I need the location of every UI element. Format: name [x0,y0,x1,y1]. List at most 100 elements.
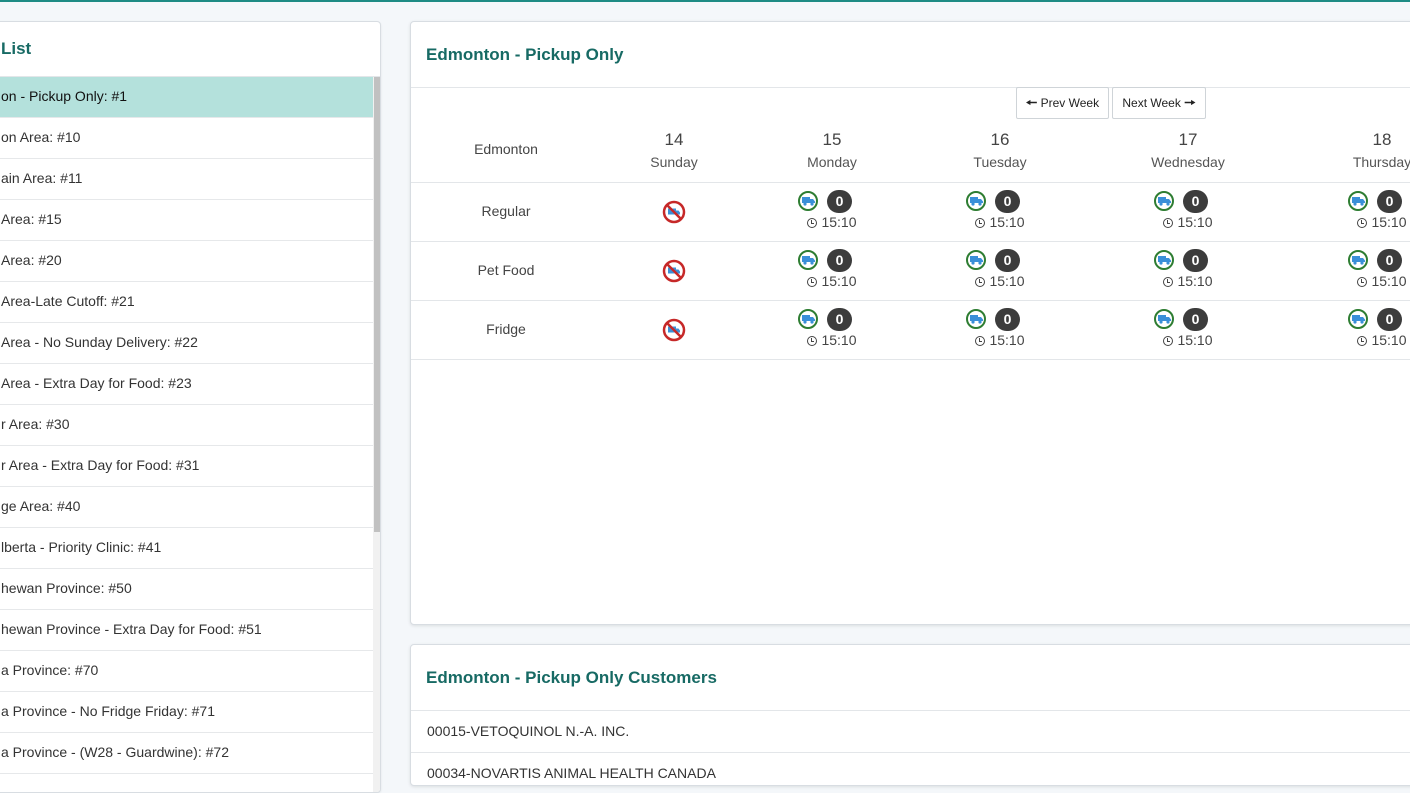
truck-icon[interactable] [798,309,818,329]
customer-name: 00034-NOVARTIS ANIMAL HEALTH CANADA [427,765,716,781]
truck-icon[interactable] [1348,309,1368,329]
route-list-item[interactable]: on - Pickup Only: #1 [0,77,373,118]
clock-icon [807,336,818,346]
cutoff-time-value: 15:10 [1177,332,1213,348]
clock-icon [807,218,818,228]
truck-icon[interactable] [1154,309,1174,329]
cutoff-time-value: 15:10 [821,332,857,348]
order-count-badge: 0 [995,190,1020,213]
no-delivery-icon [662,200,686,224]
delivery-slot[interactable]: 0 15:10 [1128,187,1248,230]
route-list-item-label: Area - Extra Day for Food: #23 [1,375,192,391]
route-list-item[interactable]: ain Area: #11 [0,159,373,200]
route-list-item[interactable]: Area - No Sunday Delivery: #22 [0,323,373,364]
route-list-item[interactable]: Area: #15 [0,200,373,241]
day-name: Tuesday [973,154,1027,170]
route-list-item[interactable]: Area - Extra Day for Food: #23 [0,364,373,405]
route-list-item[interactable]: r Area - Extra Day for Food: #31 [0,446,373,487]
day-number: 15 [822,130,842,149]
next-week-label: Next Week [1122,96,1181,110]
route-list-item-label: r Area: #30 [1,416,70,432]
route-list-item-label: Area: #20 [1,252,62,268]
route-list-item[interactable]: Area-Late Cutoff: #21 [0,282,373,323]
order-count-badge: 0 [827,190,852,213]
truck-icon[interactable] [1348,250,1368,270]
truck-icon[interactable] [966,250,986,270]
truck-icon[interactable] [1154,250,1174,270]
route-list-item[interactable]: on Area: #10 [0,118,373,159]
clock-icon [975,218,986,228]
prev-week-button[interactable]: 🠔 Prev Week [1016,87,1109,119]
route-list-item-label: lberta - Priority Clinic: #41 [1,539,162,555]
clock-icon [1163,277,1174,287]
day-header: 15 Monday [762,122,902,170]
route-list-item[interactable]: a Province - No Fridge Friday: #71 [0,692,373,733]
route-list-item-label: on - Pickup Only: #1 [1,88,128,104]
route-list-item[interactable]: a Province: #70 [0,651,373,692]
order-count-badge: 0 [1183,308,1208,331]
delivery-slot[interactable]: 0 15:10 [1128,305,1248,348]
route-list-item[interactable]: hewan Province - Extra Day for Food: #51 [0,610,373,651]
schedule-row: Regular 0 15:10 0 15:10 0 15:10 0 15:10 [411,183,1410,242]
customers-header: Edmonton - Pickup Only Customers [411,645,1410,711]
route-list-scrollbar[interactable] [373,77,380,792]
day-header: 16 Tuesday [930,122,1070,170]
delivery-slot[interactable]: 0 15:10 [940,187,1060,230]
delivery-slot[interactable]: 0 15:10 [1128,246,1248,289]
schedule-row-label: Fridge [486,321,526,337]
route-list-item[interactable]: a Province - (W28 - Guardwine): #72 [0,733,373,774]
route-list-item-label: Area-Late Cutoff: #21 [1,293,135,309]
customer-row[interactable]: 00015-VETOQUINOL N.-A. INC. [411,711,1410,753]
route-list-item-label: a Province - No Fridge Friday: #71 [1,703,215,719]
truck-icon[interactable] [966,309,986,329]
cutoff-time-value: 15:10 [1371,273,1407,289]
cutoff-time: 15:10 [940,332,1060,348]
delivery-slot[interactable]: 0 15:10 [772,187,892,230]
cutoff-time-value: 15:10 [1177,214,1213,230]
cutoff-time-value: 15:10 [989,273,1025,289]
route-list-item-label: ge Area: #40 [1,498,81,514]
scrollbar-thumb[interactable] [374,77,380,532]
customers-panel: Edmonton - Pickup Only Customers 00015-V… [410,644,1410,786]
order-count-badge: 0 [995,308,1020,331]
delivery-slot[interactable]: 0 15:10 [940,246,1060,289]
clock-icon [1357,277,1368,287]
delivery-slot[interactable]: 0 15:10 [1322,246,1410,289]
day-header: 17 Wednesday [1118,122,1258,170]
route-list-item-label: Area - No Sunday Delivery: #22 [1,334,198,350]
truck-icon[interactable] [798,250,818,270]
delivery-slot[interactable]: 0 15:10 [1322,305,1410,348]
route-list-item[interactable]: Area: #20 [0,241,373,282]
delivery-slot[interactable]: 0 15:10 [940,305,1060,348]
route-list-item[interactable]: ge Area: #40 [0,487,373,528]
route-list-item[interactable]: lberta - Priority Clinic: #41 [0,528,373,569]
day-name: Wednesday [1151,154,1225,170]
delivery-slot[interactable]: 0 15:10 [772,305,892,348]
clock-icon [1163,218,1174,228]
cutoff-time: 15:10 [772,273,892,289]
order-count-badge: 0 [1377,249,1402,272]
cutoff-time: 15:10 [1322,332,1410,348]
order-count-badge: 0 [827,308,852,331]
order-count-badge: 0 [995,249,1020,272]
arrow-left-icon: 🠔 [1025,95,1038,110]
cutoff-time: 15:10 [1322,273,1410,289]
route-list-header: List [0,22,380,77]
route-list-item[interactable]: r Area: #30 [0,405,373,446]
order-count-badge: 0 [1377,308,1402,331]
customer-row[interactable]: 00034-NOVARTIS ANIMAL HEALTH CANADA [411,753,1410,785]
schedule-row-label: Regular [481,203,531,219]
clock-icon [807,277,818,287]
cutoff-time-value: 15:10 [821,214,857,230]
next-week-button[interactable]: Next Week 🠖 [1112,87,1206,119]
clock-icon [1357,336,1368,346]
truck-icon[interactable] [1154,191,1174,211]
delivery-slot[interactable]: 0 15:10 [772,246,892,289]
truck-icon[interactable] [966,191,986,211]
arrow-right-icon: 🠖 [1184,95,1196,110]
delivery-slot[interactable]: 0 15:10 [1322,187,1410,230]
route-list-item[interactable]: hewan Province: #50 [0,569,373,610]
truck-icon[interactable] [1348,191,1368,211]
schedule-row: Pet Food 0 15:10 0 15:10 0 15:10 0 15:10 [411,242,1410,301]
truck-icon[interactable] [798,191,818,211]
